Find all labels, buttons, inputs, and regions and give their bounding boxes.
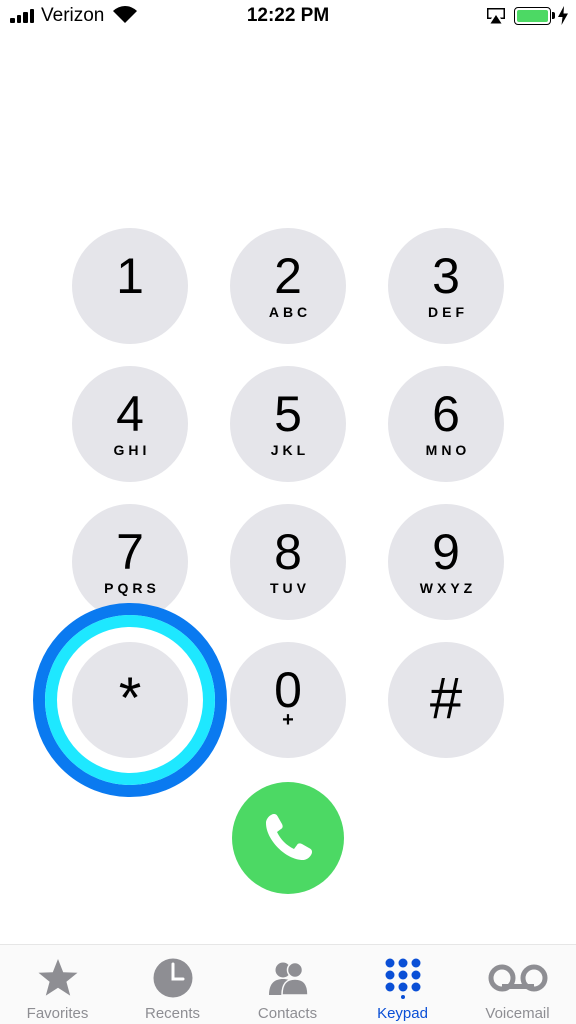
key-letters: ABC bbox=[268, 304, 312, 320]
key-digit: 8 bbox=[274, 524, 302, 580]
key-1[interactable]: 1 bbox=[72, 228, 188, 344]
tab-label: Favorites bbox=[26, 1005, 89, 1022]
tab-label: Voicemail bbox=[485, 1005, 550, 1022]
key-digit: 9 bbox=[432, 524, 460, 580]
key-4[interactable]: 4 GHI bbox=[72, 366, 188, 482]
tab-label: Contacts bbox=[257, 1005, 318, 1022]
tab-label: Keypad bbox=[377, 1005, 428, 1022]
key-5[interactable]: 5 JKL bbox=[230, 366, 346, 482]
status-bar: Verizon 12:22 PM bbox=[0, 0, 576, 34]
tab-bar: Favorites Recents Contacts Keypad Voicem… bbox=[0, 944, 576, 1024]
key-letters: GHI bbox=[113, 442, 151, 458]
key-letters: JKL bbox=[270, 442, 310, 458]
key-digit: 5 bbox=[274, 386, 302, 442]
key-digit: 2 bbox=[274, 248, 302, 304]
tab-label: Recents bbox=[144, 1005, 201, 1022]
key-digit: 1 bbox=[116, 248, 144, 304]
charging-bolt-icon bbox=[558, 6, 568, 25]
contacts-icon bbox=[269, 961, 309, 996]
key-digit: 4 bbox=[116, 386, 144, 442]
tab-recents[interactable]: Recents bbox=[115, 945, 230, 1024]
key-2[interactable]: 2 ABC bbox=[230, 228, 346, 344]
key-letters: WXYZ bbox=[419, 580, 477, 596]
airplay-icon bbox=[487, 8, 505, 24]
key-pound[interactable]: # bbox=[388, 642, 504, 758]
battery-tip bbox=[552, 12, 555, 19]
tab-contacts[interactable]: Contacts bbox=[230, 945, 345, 1024]
key-star[interactable]: * bbox=[72, 642, 188, 758]
phone-icon bbox=[266, 814, 312, 860]
key-digit: 3 bbox=[432, 248, 460, 304]
key-letters: TUV bbox=[270, 580, 310, 596]
voicemail-icon bbox=[488, 964, 548, 992]
star-icon bbox=[38, 959, 78, 996]
battery-icon bbox=[514, 7, 551, 25]
key-digit: 6 bbox=[432, 386, 460, 442]
key-letters: PQRS bbox=[104, 580, 160, 596]
tab-voicemail[interactable]: Voicemail bbox=[460, 945, 575, 1024]
key-letters: + bbox=[282, 709, 294, 731]
key-8[interactable]: 8 TUV bbox=[230, 504, 346, 620]
key-6[interactable]: 6 MNO bbox=[388, 366, 504, 482]
key-letters: MNO bbox=[425, 442, 471, 458]
key-digit: * bbox=[118, 666, 142, 731]
key-letters: DEF bbox=[428, 304, 468, 320]
clock-icon bbox=[153, 958, 193, 998]
key-7[interactable]: 7 PQRS bbox=[72, 504, 188, 620]
tab-favorites[interactable]: Favorites bbox=[0, 945, 115, 1024]
key-0[interactable]: 0 + bbox=[230, 642, 346, 758]
key-9[interactable]: 9 WXYZ bbox=[388, 504, 504, 620]
keypad-icon bbox=[385, 958, 421, 999]
key-3[interactable]: 3 DEF bbox=[388, 228, 504, 344]
key-digit: # bbox=[429, 666, 463, 731]
key-digit: 7 bbox=[116, 524, 144, 580]
tab-keypad[interactable]: Keypad bbox=[345, 945, 460, 1024]
call-button[interactable] bbox=[232, 782, 344, 894]
